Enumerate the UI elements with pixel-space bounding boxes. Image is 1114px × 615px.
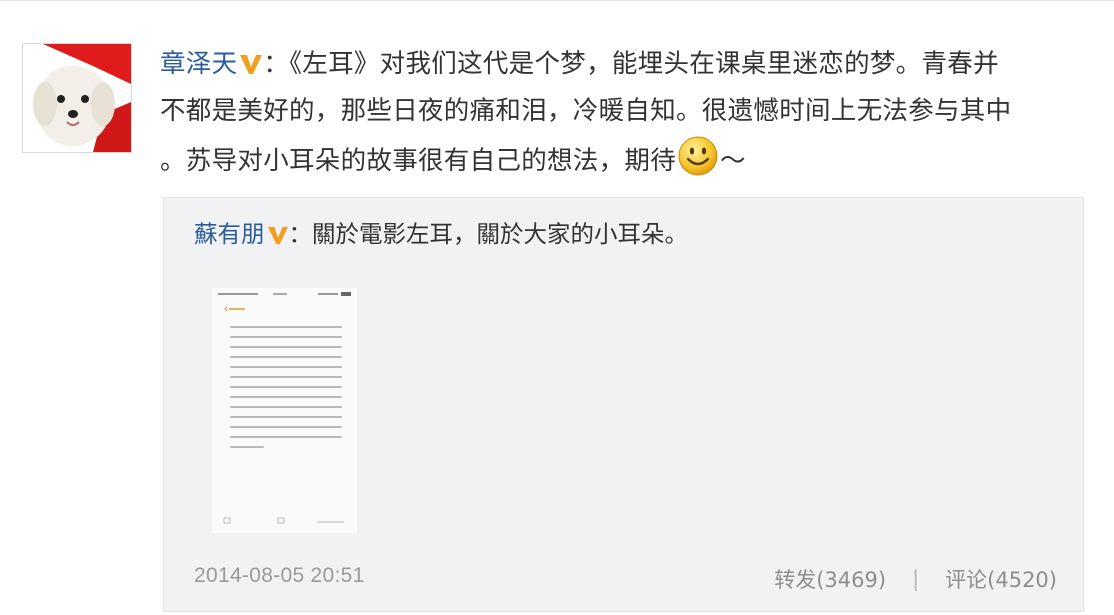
repost-author-link[interactable]: 蘇有朋	[194, 220, 265, 248]
phone-toolbar	[223, 517, 344, 524]
post-author-link[interactable]: 章泽天	[160, 49, 237, 79]
post-content: 章泽天 ：《左耳》对我们这代是个梦，能埋头在课桌里迷恋的梦。青春并 不都是美好的，…	[160, 41, 1100, 185]
post-text-line2: 不都是美好的，那些日夜的痛和泪，冷暖自知。很遗憾时间上无法参与其中	[160, 96, 1012, 126]
back-arrow-icon	[224, 306, 245, 312]
post-timestamp[interactable]: 2014-08-05 20:51	[194, 564, 365, 588]
post-text-line3: 。苏导对小耳朵的故事很有自己的想法，期待	[160, 146, 677, 176]
repost-header: 蘇有朋 ：關於電影左耳，關於大家的小耳朵。	[194, 214, 688, 254]
repost-box: 蘇有朋 ：關於電影左耳，關於大家的小耳朵。 2014-08-05 20:51 转…	[163, 197, 1084, 612]
repost-image-thumbnail[interactable]	[212, 288, 357, 533]
action-divider: |	[912, 567, 920, 591]
post-text-line1: 《左耳》对我们这代是个梦，能埋头在课桌里迷恋的梦。青春并	[289, 49, 999, 79]
repost-separator: ：	[288, 220, 313, 248]
comment-button[interactable]: 评论(4520)	[945, 564, 1057, 594]
weibo-post-card: 章泽天 ：《左耳》对我们这代是个梦，能埋头在课桌里迷恋的梦。青春并 不都是美好的，…	[0, 0, 1114, 615]
verified-v-badge-icon	[240, 55, 263, 74]
forward-button[interactable]: 转发(3469)	[774, 564, 886, 594]
repost-text: 關於電影左耳，關於大家的小耳朵。	[312, 220, 688, 248]
repost-actions: 转发(3469) | 评论(4520)	[774, 564, 1057, 594]
verified-v-badge-icon	[267, 226, 288, 245]
post-separator: ：	[263, 49, 290, 79]
avatar[interactable]	[22, 43, 132, 153]
smiley-emoji-icon	[678, 136, 718, 176]
phone-status-bar	[218, 292, 351, 296]
screenshot-text-lines	[230, 326, 342, 456]
puppy-avatar-image	[23, 44, 131, 152]
post-text-tail: ～	[720, 146, 746, 176]
